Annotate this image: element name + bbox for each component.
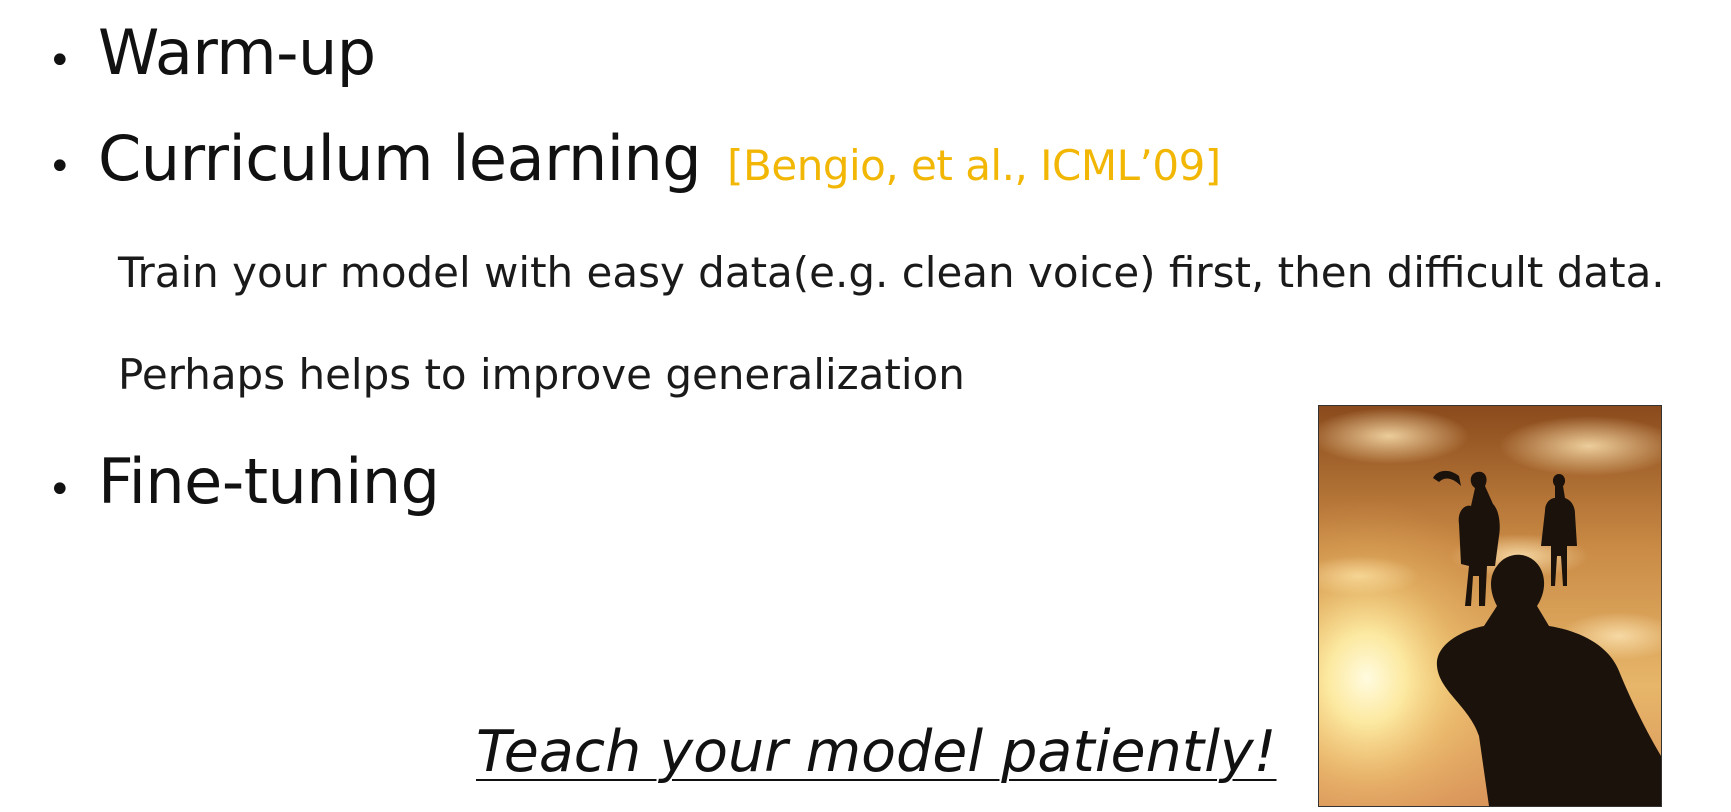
curriculum-detail-1: Train your model with easy data(e.g. cle… xyxy=(118,248,1665,297)
bullet-dot: • xyxy=(48,144,72,190)
tagline: Teach your model patiently! xyxy=(476,719,1277,785)
bullet-curriculum-text: Curriculum learning xyxy=(98,122,702,195)
bullet-dot: • xyxy=(48,467,72,513)
bullet-dot: • xyxy=(48,38,72,84)
curriculum-detail-2: Perhaps helps to improve generalization xyxy=(118,350,965,399)
bullet-finetuning-text: Fine-tuning xyxy=(98,445,440,518)
bullet-warmup: • Warm-up xyxy=(48,22,376,84)
bullet-curriculum-learning: • Curriculum learning [Bengio, et al., I… xyxy=(48,122,1221,195)
silhouette-photo xyxy=(1318,405,1662,807)
citation: [Bengio, et al., ICML’09] xyxy=(727,141,1221,190)
bullet-fine-tuning: • Fine-tuning xyxy=(48,445,440,518)
bullet-warmup-text: Warm-up xyxy=(98,16,376,89)
